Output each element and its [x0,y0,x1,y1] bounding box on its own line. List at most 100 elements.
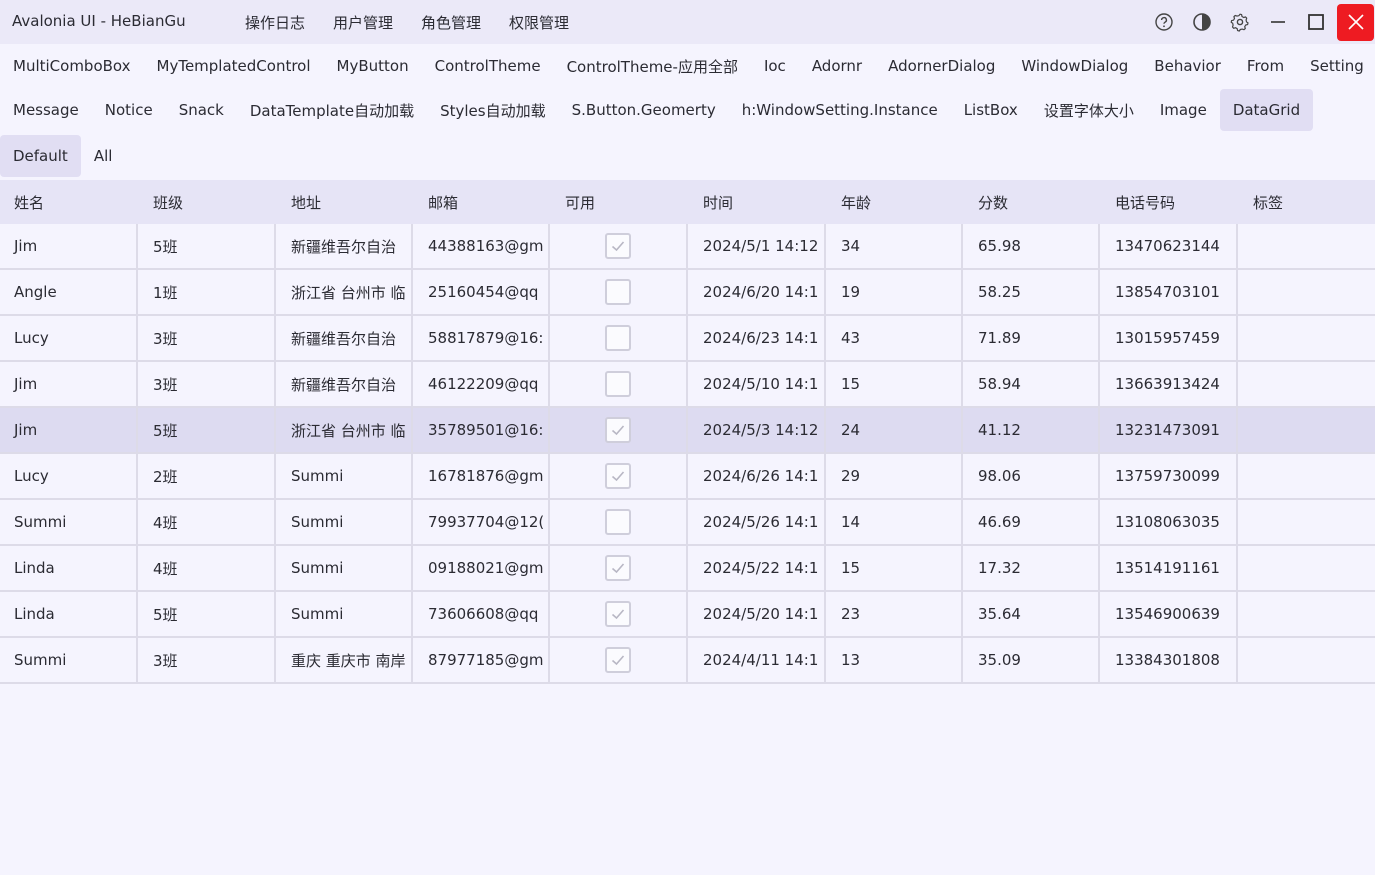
subtab-all[interactable]: All [81,135,126,177]
table-row[interactable]: Jim 5班 新疆维吾尔自治 44388163@gm 2024/5/1 14:12 34 6… [0,224,1375,270]
checkbox-checked[interactable] [605,463,631,489]
column-header-enabled[interactable]: 可用 [550,180,688,224]
checkbox-unchecked[interactable] [605,279,631,305]
cell-age: 43 [826,316,963,360]
tab-message[interactable]: Message [0,89,92,131]
theme-toggle-icon[interactable] [1183,2,1221,42]
table-row[interactable]: Lucy 3班 新疆维吾尔自治 58817879@16: 2024/6/23 14:1 4… [0,316,1375,362]
column-header-time[interactable]: 时间 [688,180,826,224]
settings-gear-icon[interactable] [1221,2,1259,42]
cell-address: 新疆维吾尔自治 [276,362,413,406]
checkbox-checked[interactable] [605,601,631,627]
cell-age: 24 [826,408,963,452]
cell-email: 25160454@qq [413,270,550,314]
column-header-address[interactable]: 地址 [276,180,413,224]
checkmark-icon [611,655,625,666]
tab-datagrid[interactable]: DataGrid [1219,89,1314,131]
cell-phone: 13663913424 [1100,362,1238,406]
checkmark-icon [611,425,625,436]
tab-styles-autoload[interactable]: Styles自动加载 [427,89,559,131]
cell-time: 2024/6/23 14:1 [688,316,826,360]
help-icon[interactable] [1145,2,1183,42]
cell-email: 87977185@gm [413,638,550,682]
grid-body: Jim 5班 新疆维吾尔自治 44388163@gm 2024/5/1 14:12 34 6… [0,224,1375,684]
menu-operation-log[interactable]: 操作日志 [231,12,319,33]
column-header-score[interactable]: 分数 [963,180,1100,224]
table-row[interactable]: Linda 4班 Summi 09188021@gm 2024/5/22 14:1 15 1… [0,546,1375,592]
checkbox-checked[interactable] [605,647,631,673]
cell-enabled [550,362,688,406]
close-icon[interactable] [1337,3,1374,41]
cell-email: 73606608@qq [413,592,550,636]
tab-mytemplatedcontrol[interactable]: MyTemplatedControl [144,45,324,87]
tab-controltheme[interactable]: ControlTheme [422,45,554,87]
tab-font-size-setting[interactable]: 设置字体大小 [1031,89,1147,131]
tab-controltheme-apply-all[interactable]: ControlTheme-应用全部 [554,45,751,87]
menu-role-management[interactable]: 角色管理 [407,12,495,33]
column-header-tag[interactable]: 标签 [1238,180,1375,224]
tab-datatemplate-autoload[interactable]: DataTemplate自动加载 [237,89,427,131]
checkbox-checked[interactable] [605,555,631,581]
app-title: Avalonia UI - HeBianGu [12,12,186,30]
column-header-email[interactable]: 邮箱 [413,180,550,224]
cell-time: 2024/5/22 14:1 [688,546,826,590]
cell-class: 5班 [138,408,276,452]
cell-score: 58.25 [963,270,1100,314]
table-row[interactable]: Jim 5班 浙江省 台州市 临 35789501@16: 2024/5/3 14:12… [0,408,1375,454]
menu-user-management[interactable]: 用户管理 [319,12,407,33]
cell-phone: 13470623144 [1100,224,1238,268]
cell-tag [1238,638,1375,682]
tab-multicombobox[interactable]: MultiComboBox [0,45,144,87]
table-row[interactable]: Angle 1班 浙江省 台州市 临 25160454@qq 2024/6/20 14:… [0,270,1375,316]
tab-row-1: MultiComboBox MyTemplatedControl MyButto… [0,44,1375,88]
tab-listbox[interactable]: ListBox [951,89,1031,131]
cell-enabled [550,592,688,636]
tab-snack[interactable]: Snack [166,89,237,131]
tab-mybutton[interactable]: MyButton [324,45,422,87]
cell-tag [1238,546,1375,590]
table-row[interactable]: Jim 3班 新疆维吾尔自治 46122209@qq 2024/5/10 14:1 15 5… [0,362,1375,408]
tab-image[interactable]: Image [1147,89,1220,131]
title-bar: Avalonia UI - HeBianGu 操作日志 用户管理 角色管理 权限… [0,0,1375,44]
cell-phone: 13108063035 [1100,500,1238,544]
checkmark-icon [611,471,625,482]
column-header-name[interactable]: 姓名 [0,180,138,224]
cell-time: 2024/5/10 14:1 [688,362,826,406]
cell-name: Jim [0,408,138,452]
maximize-icon[interactable] [1297,2,1335,42]
cell-name: Linda [0,546,138,590]
tab-ioc[interactable]: Ioc [751,45,799,87]
checkbox-unchecked[interactable] [605,325,631,351]
cell-phone: 13546900639 [1100,592,1238,636]
table-row[interactable]: Summi 3班 重庆 重庆市 南岸 87977185@gm 2024/4/11 14:… [0,638,1375,684]
tab-adornr[interactable]: Adornr [799,45,875,87]
cell-time: 2024/4/11 14:1 [688,638,826,682]
tab-behavior[interactable]: Behavior [1141,45,1234,87]
column-header-age[interactable]: 年龄 [826,180,963,224]
tab-s-button-geomerty[interactable]: S.Button.Geomerty [559,89,729,131]
cell-name: Lucy [0,454,138,498]
menu-permission-management[interactable]: 权限管理 [495,12,583,33]
checkbox-checked[interactable] [605,233,631,259]
tab-setting[interactable]: Setting [1297,45,1375,87]
tab-notice[interactable]: Notice [92,89,166,131]
table-row[interactable]: Summi 4班 Summi 79937704@12(2024/5/26 14:1 14… [0,500,1375,546]
cell-time: 2024/5/3 14:12 [688,408,826,452]
tab-windowdialog[interactable]: WindowDialog [1008,45,1141,87]
column-header-class[interactable]: 班级 [138,180,276,224]
column-header-phone[interactable]: 电话号码 [1100,180,1238,224]
cell-phone: 13231473091 [1100,408,1238,452]
cell-age: 15 [826,546,963,590]
checkbox-unchecked[interactable] [605,509,631,535]
minimize-icon[interactable] [1259,2,1297,42]
cell-tag [1238,270,1375,314]
checkbox-checked[interactable] [605,417,631,443]
subtab-default[interactable]: Default [0,135,81,177]
tab-windowsetting-instance[interactable]: h:WindowSetting.Instance [729,89,951,131]
table-row[interactable]: Linda 5班 Summi 73606608@qq 2024/5/20 14:1 23 3… [0,592,1375,638]
tab-from[interactable]: From [1234,45,1297,87]
tab-adornerdialog[interactable]: AdornerDialog [875,45,1008,87]
table-row[interactable]: Lucy 2班 Summi 16781876@gm 2024/6/26 14:1 29 98… [0,454,1375,500]
checkbox-unchecked[interactable] [605,371,631,397]
cell-class: 4班 [138,546,276,590]
